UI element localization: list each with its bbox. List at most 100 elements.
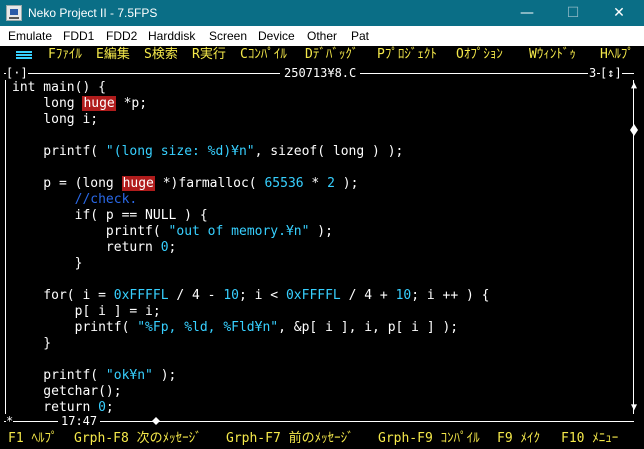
code-text: printf(	[12, 224, 169, 239]
code-text: p[ i ] = i;	[12, 304, 161, 319]
system-menu-icon[interactable]	[16, 51, 32, 59]
menu-other[interactable]: Other	[307, 28, 337, 44]
horizontal-scroll-thumb[interactable]	[152, 417, 160, 425]
number-literal: 2	[327, 176, 335, 191]
code-text: *p;	[115, 96, 148, 111]
code-text: ; i ++ ) {	[411, 288, 490, 303]
code-text: / 4 -	[168, 288, 224, 303]
code-line: getchar();	[12, 384, 628, 400]
key-f1-help[interactable]: F1 ﾍﾙﾌﾟ	[8, 430, 57, 448]
app-icon[interactable]	[6, 5, 22, 21]
code-line: }	[12, 336, 628, 352]
key-prev-message[interactable]: Grph-F7 前のﾒｯｾｰｼﾞ	[226, 430, 354, 448]
code-line: printf( "ok¥n" );	[12, 368, 628, 384]
editor-menu-project[interactable]: Pﾌﾟﾛｼﾞｪｸﾄ	[377, 46, 437, 64]
close-box[interactable]: [·]	[6, 66, 28, 80]
code-text: , &p[ i ], i, p[ i ] );	[278, 320, 459, 335]
code-line: p = (long huge *)farmalloc( 65536 * 2 );	[12, 176, 628, 192]
code-text: for( i =	[12, 288, 114, 303]
key-f10-menu[interactable]: F10 ﾒﾆｭｰ	[561, 430, 618, 448]
menu-pat[interactable]: Pat	[351, 28, 369, 44]
menu-fdd2[interactable]: FDD2	[106, 28, 137, 44]
code-text: getchar();	[12, 384, 122, 399]
code-text: );	[334, 176, 359, 191]
zoom-box[interactable]: [↕]	[600, 66, 622, 80]
key-next-message[interactable]: Grph-F8 次のﾒｯｾｰｼﾞ	[74, 430, 202, 448]
editor-menu-edit[interactable]: E編集	[96, 46, 130, 64]
code-text: long i;	[12, 112, 99, 127]
editor-menu-file[interactable]: Fﾌｧｲﾙ	[48, 46, 82, 64]
menu-fdd1[interactable]: FDD1	[63, 28, 94, 44]
code-text: printf(	[12, 368, 106, 383]
string-literal: "out of memory.¥n"	[168, 224, 310, 239]
keyword-huge: huge	[121, 176, 155, 191]
number-literal: 0xFFFFL	[285, 288, 341, 303]
code-text: , sizeof( long ) );	[254, 144, 404, 159]
editor-menu-help[interactable]: Hﾍﾙﾌﾟ	[600, 46, 634, 64]
code-line: }	[12, 256, 628, 272]
code-text: ; i <	[239, 288, 286, 303]
code-text: *)farmalloc(	[154, 176, 265, 191]
string-literal: "%Fp, %ld, %Fld¥n"	[137, 320, 279, 335]
menu-emulate[interactable]: Emulate	[8, 28, 52, 44]
menu-harddisk[interactable]: Harddisk	[148, 28, 195, 44]
maximize-button[interactable]: ☐	[550, 0, 596, 26]
scroll-up-icon[interactable]: ▲	[631, 80, 637, 91]
code-line: printf( "(long size: %d)¥n", sizeof( lon…	[12, 144, 628, 160]
vertical-scroll-thumb[interactable]	[630, 124, 638, 136]
code-text: return	[12, 240, 161, 255]
code-text: return	[12, 400, 99, 415]
menu-screen[interactable]: Screen	[209, 28, 247, 44]
number-literal: 0xFFFFL	[113, 288, 169, 303]
window-number: 3	[588, 66, 598, 80]
editor-menu-window[interactable]: Wｳｨﾝﾄﾞｩ	[529, 46, 576, 64]
editor-menu-run[interactable]: R実行	[192, 46, 226, 64]
number-literal: 10	[223, 288, 239, 303]
code-text: / 4 +	[340, 288, 396, 303]
number-literal: 0	[98, 400, 106, 415]
editor-menu-search[interactable]: S検索	[144, 46, 178, 64]
menu-device[interactable]: Device	[258, 28, 295, 44]
editor-menu-debug[interactable]: Dﾃﾞﾊﾞｯｸﾞ	[305, 46, 358, 64]
code-text: p = (long	[12, 176, 122, 191]
minimize-button[interactable]: —	[504, 0, 550, 26]
code-line: //check.	[12, 192, 628, 208]
code-text: ;	[105, 400, 114, 415]
key-compile[interactable]: Grph-F9 ｺﾝﾊﾟｲﾙ	[378, 430, 480, 448]
function-key-bar: F1 ﾍﾙﾌﾟ Grph-F8 次のﾒｯｾｰｼﾞ Grph-F7 前のﾒｯｾｰｼ…	[0, 430, 644, 448]
code-line: printf( "out of memory.¥n" );	[12, 224, 628, 240]
code-text: *	[303, 176, 328, 191]
code-line: if( p == NULL ) {	[12, 208, 628, 224]
string-literal: "ok¥n"	[105, 368, 153, 383]
emulator-screen[interactable]: Fﾌｧｲﾙ E編集 S検索 R実行 Cｺﾝﾊﾟｲﾙ Dﾃﾞﾊﾞｯｸﾞ Pﾌﾟﾛｼ…	[0, 46, 644, 449]
clock: 17:47	[58, 414, 101, 428]
code-editor[interactable]: int main() { long huge *p; long i; print…	[12, 80, 628, 416]
string-literal: "(long size: %d)¥n"	[105, 144, 255, 159]
code-line: for( i = 0xFFFFL / 4 - 10; i < 0xFFFFL /…	[12, 288, 628, 304]
code-text: printf(	[12, 144, 106, 159]
code-line: return 0;	[12, 240, 628, 256]
frame-left-border	[5, 80, 6, 414]
code-line: printf( "%Fp, %ld, %Fld¥n", &p[ i ], i, …	[12, 320, 628, 336]
code-text: ;	[168, 240, 177, 255]
number-literal: 65536	[264, 176, 304, 191]
code-text: );	[152, 368, 177, 383]
code-text: }	[12, 336, 52, 351]
editor-menu-compile[interactable]: Cｺﾝﾊﾟｲﾙ	[240, 46, 287, 64]
editor-frame-top: [·] 250713¥8.C 3 [↕]	[4, 66, 634, 80]
code-text: );	[309, 224, 333, 239]
key-make[interactable]: F9 ﾒｲｸ	[497, 430, 540, 448]
code-line: long huge *p;	[12, 96, 628, 112]
close-button[interactable]: ✕	[596, 0, 642, 26]
code-text: long	[12, 96, 83, 111]
scroll-down-icon[interactable]: ▼	[631, 402, 637, 413]
code-line: long i;	[12, 112, 628, 128]
editor-menu-options[interactable]: Oｵﾌﾟｼｮﾝ	[456, 46, 503, 64]
code-line: int main() {	[12, 80, 628, 96]
file-name: 250713¥8.C	[280, 66, 361, 80]
window-title: Neko Project II - 7.5FPS	[28, 6, 158, 20]
